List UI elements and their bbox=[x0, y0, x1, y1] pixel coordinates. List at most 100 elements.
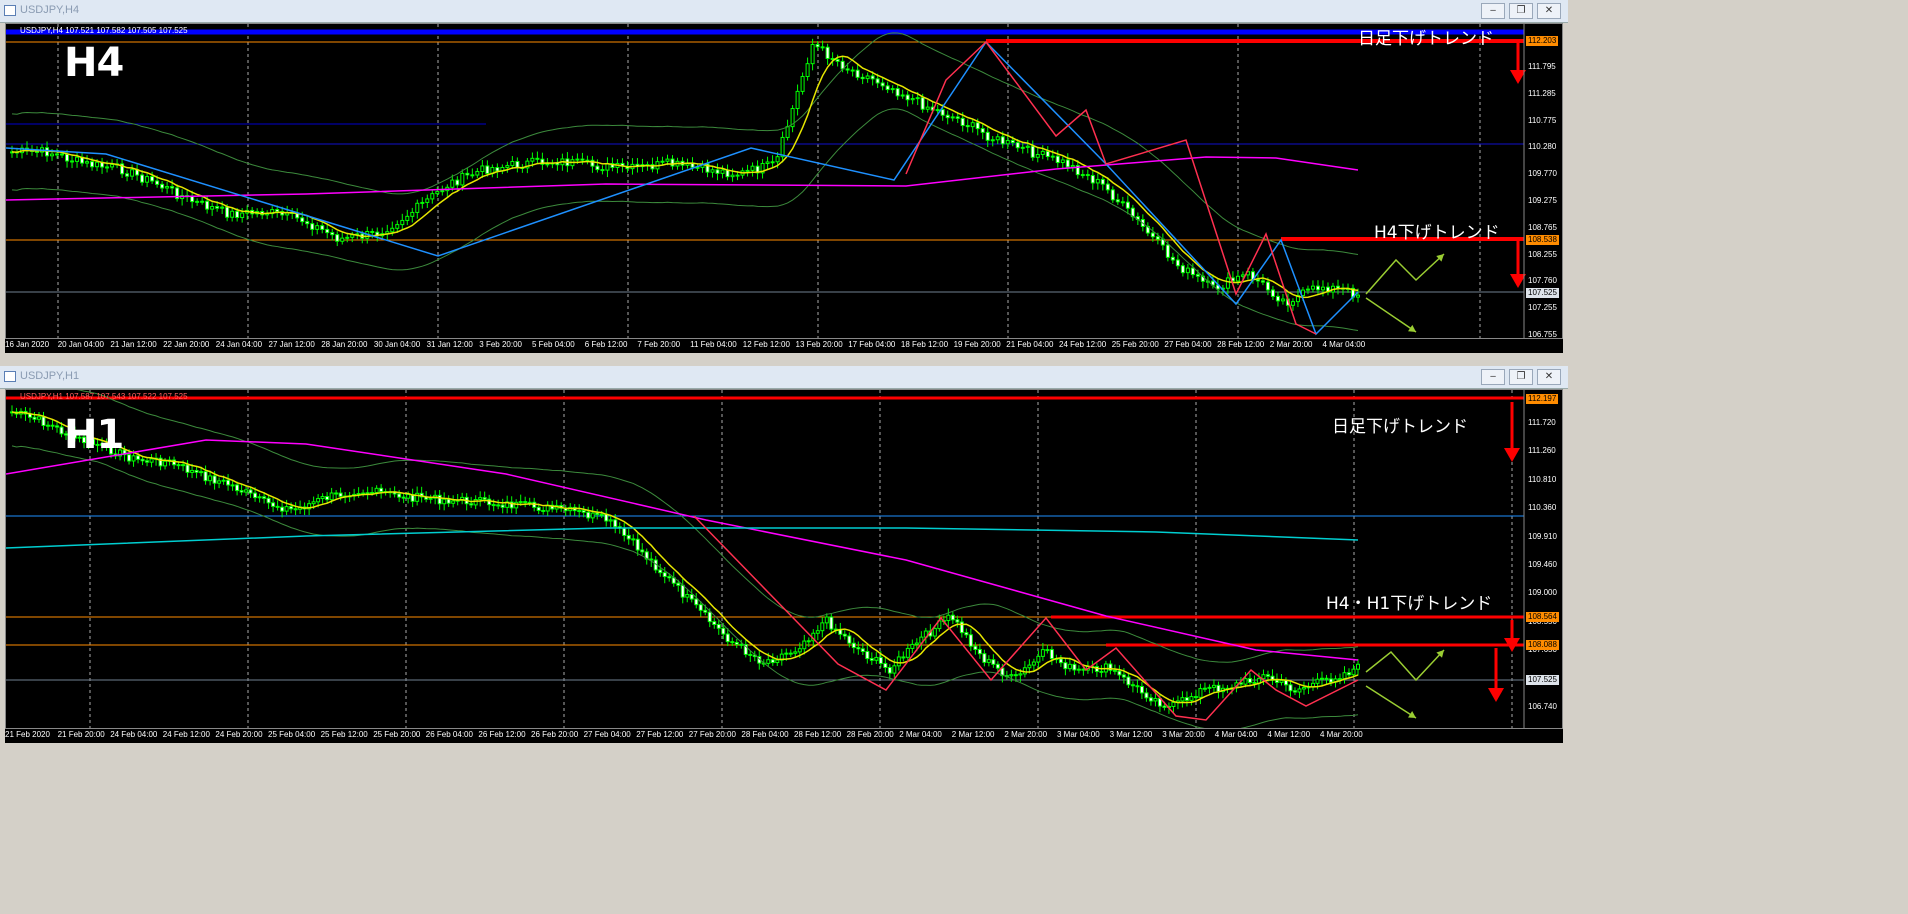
candle bbox=[41, 416, 46, 427]
candle bbox=[1040, 649, 1045, 657]
downtrend-arrowhead bbox=[1504, 448, 1520, 462]
candle bbox=[1292, 690, 1297, 693]
candle bbox=[805, 63, 810, 78]
candle bbox=[487, 498, 492, 506]
candle bbox=[523, 501, 528, 504]
candle bbox=[95, 161, 100, 168]
close-button[interactable]: ✕ bbox=[1537, 369, 1561, 385]
candle bbox=[1175, 259, 1180, 267]
candle bbox=[845, 68, 850, 71]
candle bbox=[50, 153, 55, 157]
price-axis-label: 110.810 bbox=[1528, 474, 1557, 484]
h4-time-axis: 16 Jan 2020 20 Jan 04:00 21 Jan 12:00 22 Ja… bbox=[5, 339, 1563, 353]
projection-arrow-green bbox=[1365, 649, 1445, 682]
candle bbox=[1148, 697, 1153, 702]
candle bbox=[240, 212, 245, 218]
candle bbox=[535, 157, 540, 160]
candle bbox=[955, 619, 960, 623]
candle bbox=[248, 489, 253, 494]
candle bbox=[1288, 684, 1293, 692]
time-axis-label: 11 Feb 04:00 bbox=[690, 340, 737, 349]
candle bbox=[181, 464, 186, 467]
price-axis-label: 109.000 bbox=[1528, 588, 1557, 598]
candle bbox=[165, 186, 170, 189]
candle bbox=[892, 665, 897, 674]
candle bbox=[140, 174, 145, 183]
candle bbox=[901, 656, 906, 659]
restore-button[interactable]: ❐ bbox=[1509, 3, 1533, 19]
price-level-box: 112.203 bbox=[1526, 36, 1559, 46]
h4-timeframe-label: H4 bbox=[64, 40, 124, 86]
candle bbox=[865, 75, 870, 80]
candle bbox=[150, 176, 155, 182]
candle bbox=[745, 169, 750, 172]
candle bbox=[460, 172, 465, 186]
candle bbox=[860, 648, 865, 652]
candle bbox=[874, 656, 879, 661]
time-axis-label: 26 Feb 12:00 bbox=[478, 730, 526, 739]
candle bbox=[293, 508, 298, 511]
time-axis-label: 24 Jan 04:00 bbox=[215, 340, 263, 349]
time-axis-label: 21 Feb 20:00 bbox=[57, 730, 105, 739]
candle bbox=[518, 501, 523, 504]
candle bbox=[887, 666, 892, 674]
candle bbox=[1139, 686, 1144, 694]
candle bbox=[1009, 674, 1014, 677]
candle bbox=[800, 76, 805, 92]
candle bbox=[1319, 677, 1324, 680]
candle bbox=[1125, 201, 1130, 209]
candle bbox=[870, 75, 875, 80]
candle bbox=[1058, 658, 1063, 664]
h4-title-bar[interactable]: USDJPY,H4 ‒ ❐ ✕ bbox=[0, 0, 1568, 23]
h1-chart-area[interactable]: USDJPY,H1 107.587 107.543 107.522 107.52… bbox=[5, 389, 1563, 729]
candle bbox=[825, 46, 830, 59]
h4-ohlc-info: USDJPY,H4 107.521 107.582 107.505 107.52… bbox=[20, 26, 188, 35]
candle bbox=[194, 469, 199, 473]
candle bbox=[46, 424, 51, 427]
price-axis-label: 107.760 bbox=[1528, 276, 1557, 286]
candle bbox=[842, 633, 847, 637]
candle bbox=[860, 76, 865, 80]
candle bbox=[1235, 275, 1240, 282]
price-axis-label: 108.765 bbox=[1528, 222, 1557, 232]
time-axis-label: 22 Jan 20:00 bbox=[163, 340, 210, 349]
candle bbox=[451, 500, 456, 504]
candle bbox=[770, 659, 775, 664]
candle bbox=[32, 416, 37, 420]
candle bbox=[1031, 661, 1036, 666]
candle bbox=[914, 642, 919, 645]
h1-title-bar[interactable]: USDJPY,H1 ‒ ❐ ✕ bbox=[0, 366, 1568, 389]
h4-chart-area[interactable]: USDJPY,H4 107.521 107.582 107.505 107.52… bbox=[5, 23, 1563, 339]
restore-button[interactable]: ❐ bbox=[1509, 369, 1533, 385]
time-axis-label: 28 Feb 20:00 bbox=[846, 730, 894, 739]
time-axis-label: 4 Mar 04:00 bbox=[1214, 730, 1258, 739]
candle bbox=[496, 504, 501, 507]
candle bbox=[829, 616, 834, 630]
candle bbox=[136, 455, 141, 460]
minimize-button[interactable]: ‒ bbox=[1481, 369, 1505, 385]
time-axis-label: 21 Jan 12:00 bbox=[110, 340, 157, 349]
close-button[interactable]: ✕ bbox=[1537, 3, 1561, 19]
candle bbox=[1060, 159, 1065, 164]
candle bbox=[748, 653, 753, 656]
candle bbox=[1265, 674, 1270, 677]
time-axis-label: 21 Feb 2020 bbox=[5, 730, 50, 739]
candle bbox=[90, 161, 95, 168]
candle bbox=[320, 496, 325, 500]
candle bbox=[725, 633, 730, 643]
chart-window-icon bbox=[4, 5, 16, 16]
candle bbox=[667, 576, 672, 579]
price-axis-label: 106.740 bbox=[1528, 702, 1557, 711]
minimize-button[interactable]: ‒ bbox=[1481, 3, 1505, 19]
candle bbox=[275, 209, 280, 213]
time-axis-label: 28 Jan 20:00 bbox=[321, 340, 368, 349]
time-axis-label: 28 Feb 04:00 bbox=[741, 730, 789, 739]
candle bbox=[1063, 662, 1068, 670]
candle bbox=[581, 510, 586, 513]
candle bbox=[325, 496, 330, 501]
price-axis-label: 106.755 bbox=[1528, 330, 1557, 339]
candle bbox=[208, 475, 213, 482]
time-axis-label: 18 Feb 12:00 bbox=[900, 340, 949, 349]
price-level-box: 108.538 bbox=[1526, 235, 1559, 245]
candle bbox=[440, 190, 445, 193]
